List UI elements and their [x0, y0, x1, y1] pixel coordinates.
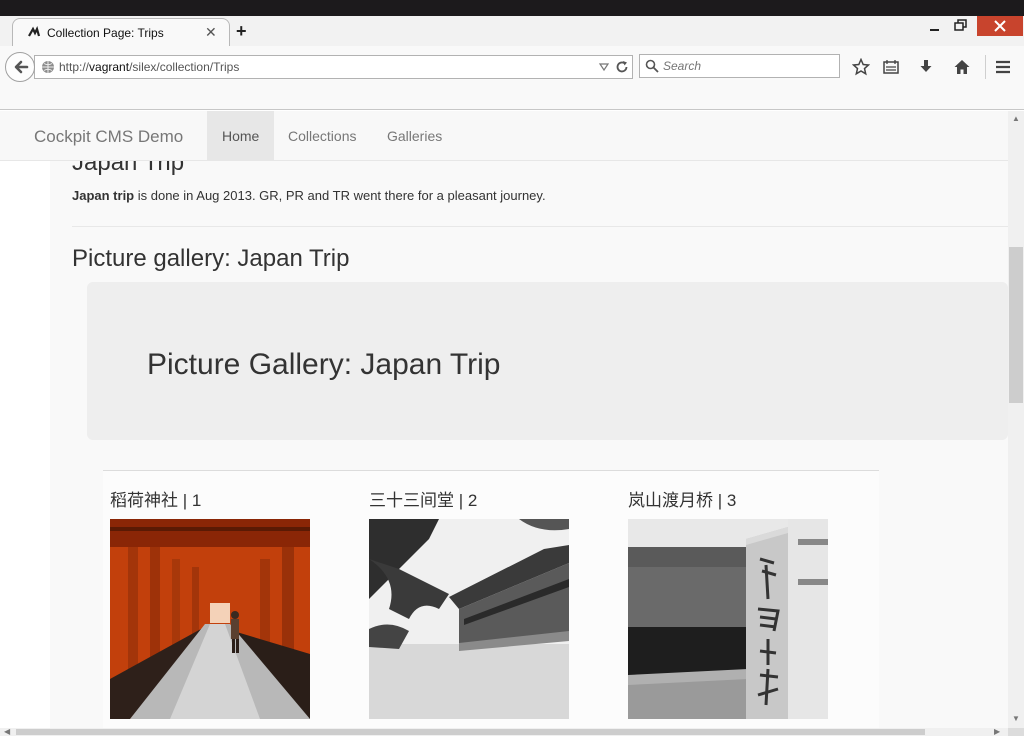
url-text: http://vagrant/silex/collection/Trips [59, 60, 239, 74]
gallery-grid: 稻荷神社 | 1 三十三间堂 | 2 岚山渡月桥 | 3 [103, 470, 879, 728]
page-viewport: Japan Trip Japan trip is done in Aug 201… [0, 111, 1008, 728]
restore-icon[interactable] [953, 18, 969, 34]
gallery-item[interactable]: 稻荷神社 | 1 [110, 489, 330, 719]
home-icon[interactable] [953, 58, 971, 76]
gallery-image[interactable] [628, 519, 828, 719]
search-bar[interactable] [639, 54, 840, 78]
new-tab-icon[interactable]: + [236, 22, 247, 40]
search-input[interactable] [663, 59, 833, 73]
scroll-up-icon[interactable]: ▲ [1012, 115, 1020, 123]
gallery-jumbotron: Picture Gallery: Japan Trip [87, 282, 1008, 440]
vertical-scroll-thumb[interactable] [1009, 247, 1023, 403]
reload-icon[interactable] [615, 60, 629, 74]
reading-list-icon[interactable] [882, 58, 900, 76]
tab-title: Collection Page: Trips [47, 26, 164, 40]
description-bold: Japan trip [72, 188, 135, 203]
back-icon [14, 60, 29, 74]
torii-gates-photo [110, 519, 310, 719]
back-button[interactable] [5, 52, 35, 82]
site-favicon-icon [28, 26, 41, 37]
image-caption: 稻荷神社 | 1 [110, 491, 202, 510]
gallery-item[interactable]: 三十三间堂 | 2 [369, 489, 589, 719]
scroll-right-icon[interactable]: ▶ [994, 728, 1000, 736]
article-description: Japan trip is done in Aug 2013. GR, PR a… [72, 188, 546, 203]
gallery-image[interactable] [369, 519, 569, 719]
url-prefix: http:// [59, 60, 90, 74]
close-icon [994, 20, 1006, 32]
temple-photo [369, 519, 569, 719]
globe-icon [42, 61, 54, 73]
scrollbar-corner [1008, 728, 1024, 736]
site-navbar: Cockpit CMS Demo Home Collections Galler… [0, 111, 1008, 161]
gallery-item[interactable]: 岚山渡月桥 | 3 [628, 489, 848, 719]
main-content: Japan Trip Japan trip is done in Aug 201… [50, 111, 1008, 728]
horizontal-scroll-thumb[interactable] [16, 729, 925, 735]
url-host: vagrant [89, 60, 130, 74]
divider [72, 226, 1008, 227]
image-caption: 岚山渡月桥 | 3 [628, 491, 737, 510]
tab-close-icon[interactable]: ✕ [205, 24, 217, 40]
scroll-down-icon[interactable]: ▼ [1012, 715, 1020, 723]
scroll-left-icon[interactable]: ◀ [4, 728, 10, 736]
history-dropdown-icon[interactable] [598, 61, 610, 73]
window-titlebar [0, 0, 1024, 16]
toolbar-separator [985, 55, 986, 79]
gallery-image[interactable] [110, 519, 310, 719]
download-icon[interactable] [917, 58, 935, 76]
minimize-icon[interactable] [928, 19, 942, 35]
browser-tab[interactable]: Collection Page: Trips ✕ [12, 18, 230, 46]
description-text: is done in Aug 2013. GR, PR and TR went … [134, 188, 546, 203]
nav-item-home[interactable]: Home [207, 111, 275, 161]
window-close-button[interactable] [977, 16, 1023, 36]
search-icon [645, 59, 659, 73]
bookmark-star-icon[interactable] [852, 58, 870, 76]
nav-item-collections[interactable]: Collections [273, 111, 371, 161]
nav-item-galleries[interactable]: Galleries [372, 111, 457, 161]
site-brand[interactable]: Cockpit CMS Demo [34, 127, 183, 147]
vertical-scrollbar[interactable]: ▲ ▼ [1008, 111, 1024, 728]
horizontal-scrollbar[interactable]: ◀ ▶ [0, 728, 1008, 736]
url-path: /silex/collection/Trips [129, 60, 240, 74]
address-bar[interactable]: http://vagrant/silex/collection/Trips [34, 55, 633, 79]
image-caption: 三十三间堂 | 2 [369, 491, 478, 510]
menu-icon[interactable] [994, 58, 1012, 76]
jumbotron-title: Picture Gallery: Japan Trip [147, 348, 501, 381]
gallery-heading: Picture gallery: Japan Trip [72, 245, 350, 272]
stone-marker-photo [628, 519, 828, 719]
